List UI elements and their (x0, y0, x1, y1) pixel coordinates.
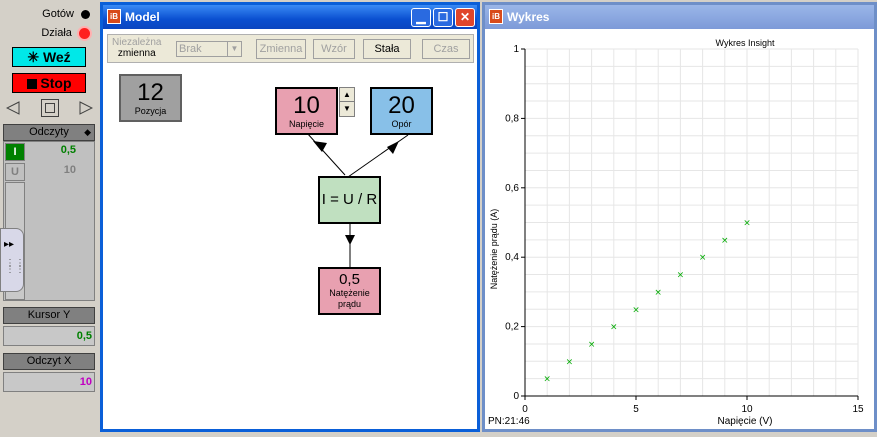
current-label-line1: Natężenie (329, 288, 370, 298)
stop-square-icon (26, 79, 37, 89)
x-tick-label: 5 (633, 404, 639, 415)
arrowhead-voltage (313, 141, 327, 152)
take-button[interactable]: ✳ Weź (12, 47, 86, 67)
data-point: × (543, 375, 551, 385)
readings-header-label: Odczyty (29, 126, 69, 138)
asterisk-icon: ✳ (27, 49, 40, 65)
ready-status: Gotów (0, 8, 90, 20)
formula-value: I = U / R (321, 191, 378, 208)
data-point: × (632, 305, 640, 315)
chart-window: iB Wykres Wykres Insight 0 5 10 15 0 0,2 0,4 0,… (482, 2, 877, 432)
y-axis-label: Natężenie prądu (A) (489, 209, 499, 290)
reading-x-value: 10 (3, 372, 95, 392)
connector-resistance (347, 134, 409, 178)
model-window: iB Model ▁ ☐ ✕ Niezależna zmienna Brak ▼… (100, 2, 480, 432)
side-tab-handle[interactable]: ▸▸ ⋮⋮ ⋮⋮ (0, 228, 25, 292)
y-tick-label: 0,8 (505, 113, 519, 124)
position-label: Pozycja (134, 106, 167, 116)
y-tick-label: 0,6 (505, 183, 519, 194)
working-status: Działa (0, 27, 90, 39)
reading-x-header: Odczyt X (3, 353, 95, 370)
grip-dots-icon: ⋮⋮ ⋮⋮ (5, 258, 25, 275)
x-tick-label: 10 (741, 404, 753, 415)
voltage-value: 10 (293, 92, 320, 119)
sort-arrows-icon: ◆ (84, 127, 91, 137)
data-point: × (654, 288, 662, 298)
voltage-spinner[interactable]: ▲ ▼ (339, 87, 355, 117)
chart-grid (524, 48, 859, 397)
chart-window-title: Wykres (507, 10, 550, 24)
reading-tag: I (5, 143, 25, 161)
x-tick-label: 15 (852, 404, 864, 415)
double-chevron-icon: ▸▸ (4, 239, 15, 250)
arrow-left-icon[interactable] (6, 101, 20, 115)
chart-axes: 0 5 10 15 0 0,2 0,4 0,6 0,8 1 (505, 44, 864, 415)
resistance-label: Opór (391, 119, 412, 129)
readings-header[interactable]: Odczyty ◆ (3, 124, 95, 141)
position-value: 12 (137, 79, 164, 106)
chart-titlebar[interactable]: iB Wykres (485, 5, 874, 29)
y-tick-label: 0 (513, 391, 519, 402)
connector-voltage (306, 132, 346, 176)
working-label: Działa (41, 27, 72, 39)
resistance-node[interactable]: 20 Opór (370, 87, 433, 135)
data-point: × (566, 357, 574, 367)
reading-value: 0,5 (60, 144, 76, 156)
arrowhead-current (345, 235, 355, 245)
x-tick-label: 0 (522, 404, 528, 415)
reading-tag: U (5, 163, 25, 181)
arrowhead-resistance (387, 141, 399, 154)
reading-row-u[interactable]: U 10 (4, 162, 96, 182)
control-panel: Gotów Działa ✳ Weź Stop Odczyty ◆ I 0,5 … (0, 0, 100, 437)
data-point: × (610, 323, 618, 333)
data-point: × (588, 340, 596, 350)
voltage-label: Napięcie (288, 119, 325, 129)
stop-button[interactable]: Stop (12, 73, 86, 93)
reading-row-i[interactable]: I 0,5 (4, 142, 96, 162)
navigation-controls (4, 98, 96, 118)
position-node[interactable]: 12 Pozycja (119, 74, 182, 122)
chart-status: PN:21:46 (488, 416, 530, 427)
current-label-line2: prądu (337, 299, 362, 309)
data-point: × (721, 236, 729, 246)
data-point: × (677, 271, 685, 281)
y-tick-label: 1 (513, 44, 519, 55)
stop-square-button[interactable] (41, 99, 59, 117)
working-indicator-icon (79, 27, 90, 39)
voltage-node[interactable]: 10 Napięcie (275, 87, 338, 135)
cursor-y-value: 0,5 (3, 326, 95, 346)
current-node[interactable]: 0,5 Natężenie prądu (318, 267, 381, 315)
cursor-y-header: Kursor Y (3, 307, 95, 324)
model-connections (306, 132, 409, 267)
resistance-value: 20 (388, 92, 415, 119)
ready-label: Gotów (42, 8, 74, 20)
spin-up-icon[interactable]: ▲ (340, 88, 354, 102)
stop-label: Stop (40, 75, 72, 91)
formula-node[interactable]: I = U / R (318, 176, 381, 224)
chart-title: Wykres Insight (716, 38, 775, 48)
arrow-right-icon[interactable] (79, 101, 93, 115)
y-tick-label: 0,2 (505, 322, 519, 333)
data-point: × (743, 219, 751, 229)
take-label: Weź (42, 49, 71, 65)
ready-indicator-icon (81, 9, 90, 19)
app-icon: iB (489, 9, 503, 24)
x-axis-label: Napięcie (V) (717, 416, 772, 427)
current-value: 0,5 (339, 271, 360, 288)
chart-points: × × × × × × × × × × (543, 219, 750, 385)
spin-down-icon[interactable]: ▼ (340, 102, 354, 116)
reading-value: 10 (63, 164, 76, 176)
scatter-chart[interactable]: Wykres Insight 0 5 10 1500,20,40,60,81 ××××… (485, 29, 874, 429)
y-tick-label: 0,4 (505, 252, 519, 263)
data-point: × (699, 253, 707, 263)
